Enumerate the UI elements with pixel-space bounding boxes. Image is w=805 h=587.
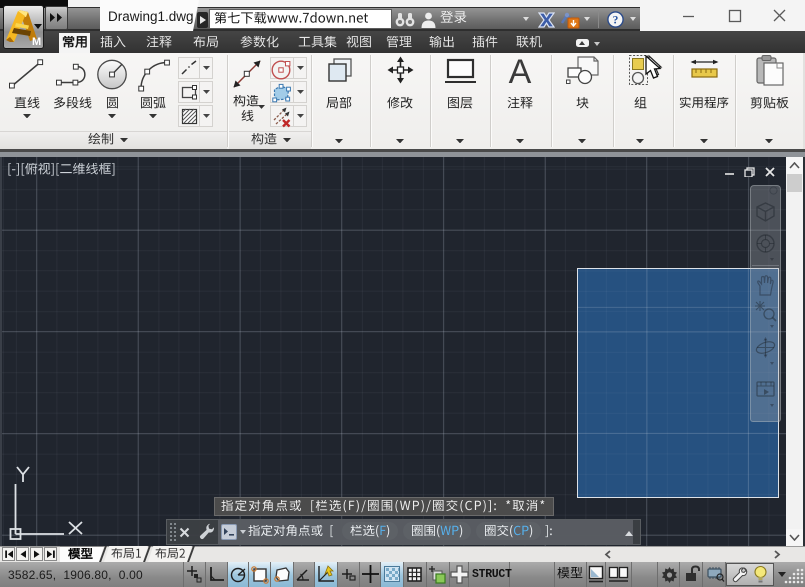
- svg-text:?: ?: [613, 15, 619, 27]
- svg-text:A: A: [509, 56, 532, 84]
